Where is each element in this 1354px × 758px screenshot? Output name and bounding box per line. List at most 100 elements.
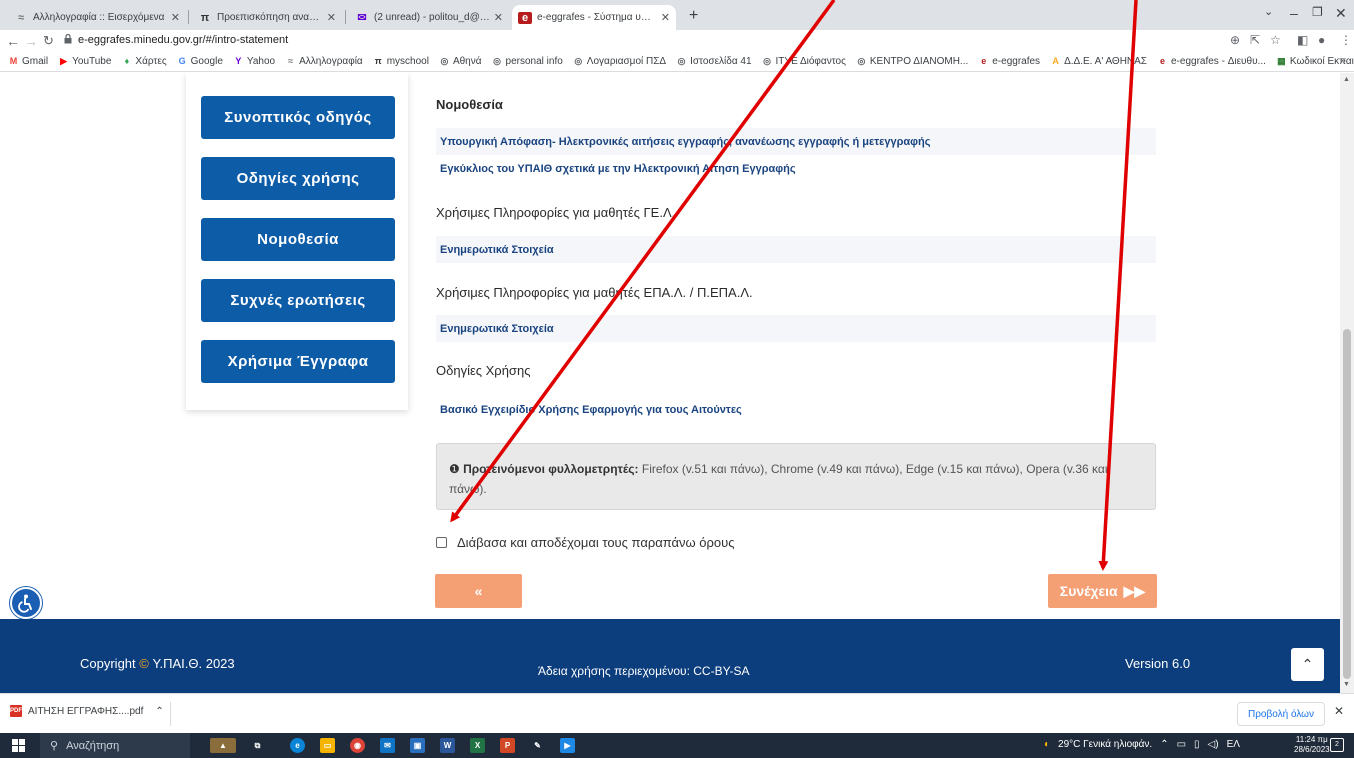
pi-icon: π (200, 11, 210, 24)
word-icon[interactable]: W (440, 738, 455, 753)
share-icon[interactable]: ⇱ (1250, 33, 1260, 47)
language-indicator[interactable]: ΕΛ (1227, 739, 1240, 750)
bookmark-item[interactable]: e e-eggrafes - Διευθυ... (1157, 56, 1266, 67)
bookmark-icon: ◎ (574, 56, 583, 66)
continue-button[interactable]: Συνέχεια ▶▶ (1048, 574, 1157, 608)
menu-icon[interactable]: ⋮ (1340, 33, 1352, 47)
notifications-icon[interactable]: 2 (1330, 738, 1344, 752)
zoom-icon[interactable]: ⊕ (1230, 33, 1240, 47)
close-icon[interactable]: ✕ (1334, 704, 1344, 718)
new-tab-button[interactable]: + (689, 7, 698, 25)
bookmark-item[interactable]: ≈ Αλληλογραφία (285, 56, 363, 67)
battery-icon[interactable]: ▯ (1194, 739, 1200, 750)
close-icon[interactable]: ✕ (171, 11, 180, 24)
excel-icon[interactable]: X (470, 738, 485, 753)
scrollbar-thumb[interactable] (1343, 329, 1351, 679)
bookmark-label: Ιστοσελίδα 41 (690, 56, 752, 67)
accept-terms-checkbox[interactable] (436, 537, 447, 548)
bookmark-icon: e (981, 56, 987, 66)
mail-app-icon[interactable]: ✉ (380, 738, 395, 753)
bookmark-item[interactable]: e e-eggrafes (978, 56, 1040, 67)
bookmark-item[interactable]: M Gmail (8, 56, 48, 67)
tab-report-preview[interactable]: π Προεπισκόπηση αναφοράς ✕ (192, 5, 342, 30)
link-gel-info[interactable]: Ενημερωτικά Στοιχεία (436, 236, 1156, 263)
profile-icon[interactable]: ● (1318, 33, 1325, 47)
task-view-icon[interactable]: ⧉ (250, 738, 265, 753)
tab-e-eggrafes[interactable]: e e-eggrafes - Σύστημα υποβολής ✕ (512, 5, 676, 30)
taskbar-search[interactable]: ⚲ Αναζήτηση (40, 733, 190, 758)
usage-instructions-button[interactable]: Οδηγίες χρήσης (201, 157, 395, 200)
link-ministry-circular[interactable]: Εγκύκλιος του ΥΠΑΙΘ σχετικά με την Ηλεκτ… (436, 155, 1156, 182)
bookmark-item[interactable]: G Google (177, 56, 223, 67)
bookmark-item[interactable]: ◎ ΚΕΝΤΡΟ ΔΙΑΝΟΜΗ... (856, 56, 968, 67)
bookmark-item[interactable]: ▶ YouTube (58, 56, 111, 67)
bookmark-item[interactable]: ◎ Ιστοσελίδα 41 (676, 56, 752, 67)
scroll-up-icon[interactable]: ▲ (1343, 76, 1350, 83)
tab-search-icon[interactable]: ⌄ (1264, 5, 1273, 18)
taskbar-clock[interactable]: 11:24 πμ 28/6/2023 (1294, 735, 1330, 755)
bookmarks-more-icon[interactable]: » (1340, 55, 1346, 67)
close-icon[interactable]: ✕ (327, 11, 336, 24)
summary-guide-button[interactable]: Συνοπτικός οδηγός (201, 96, 395, 139)
store-icon[interactable]: ▣ (410, 738, 425, 753)
link-ministerial-decision[interactable]: Υπουργική Απόφαση- Ηλεκτρονικές αιτήσεις… (436, 128, 1156, 155)
weather-text[interactable]: 29°C Γενικά ηλιοφάν. (1058, 739, 1152, 750)
page-scrollbar[interactable]: ▲ ▼ (1340, 73, 1354, 693)
bookmark-item[interactable]: ◎ ΙΤΥΕ Διόφαντος (762, 56, 846, 67)
search-icon: ⚲ (50, 740, 59, 752)
bookmark-item[interactable]: A Δ.Δ.Ε. Α' ΑΘΗΝΑΣ (1050, 56, 1147, 67)
volume-icon[interactable]: ◁) (1208, 739, 1219, 750)
app-icon[interactable]: ▶ (560, 738, 575, 753)
close-icon[interactable]: ✕ (661, 11, 670, 24)
link-epal-info[interactable]: Ενημερωτικά Στοιχεία (436, 315, 1156, 342)
accessibility-icon[interactable] (10, 587, 42, 619)
show-all-downloads-button[interactable]: Προβολή όλων (1237, 702, 1325, 726)
tab-divider (345, 10, 346, 24)
forward-arrow-icon[interactable]: → (24, 33, 38, 49)
bookmark-item[interactable]: ♦ Χάρτες (121, 56, 167, 67)
windows-start-icon[interactable] (12, 739, 25, 752)
back-arrow-icon[interactable]: ← (6, 33, 20, 49)
section-title-usage: Οδηγίες Χρήσης (436, 363, 531, 378)
back-button[interactable]: « (435, 574, 522, 608)
paint-icon[interactable]: ✎ (530, 738, 545, 753)
tab-mail[interactable]: ≈ Αλληλογραφία :: Εισερχόμενα ✕ (8, 5, 186, 30)
reload-icon[interactable]: ↻ (43, 33, 54, 49)
restore-icon[interactable]: ❐ (1312, 5, 1323, 19)
bookmark-icon: A (1052, 56, 1059, 66)
scroll-to-top-button[interactable]: ⌃ (1291, 648, 1324, 681)
url-field[interactable]: e-eggrafes.minedu.gov.gr/#/intro-stateme… (78, 34, 288, 46)
bookmark-label: personal info (505, 56, 563, 67)
landscape-icon[interactable]: ▲ (210, 738, 236, 753)
bookmark-item[interactable]: ◎ Λογαριασμοί ΠΣΔ (573, 56, 666, 67)
chevron-up-icon[interactable]: ⌃ (155, 706, 163, 717)
tab-yahoo-mail[interactable]: ✉ (2 unread) - politou_d@yahoo.co ✕ (349, 5, 509, 30)
accept-terms-label[interactable]: Διάβασα και αποδέχομαι τους παραπάνω όρο… (457, 535, 735, 550)
download-item[interactable]: PDF ΑΙΤΗΣΗ ΕΓΓΡΑΦΗΣ....pdf ⌃ (10, 705, 164, 717)
star-icon[interactable]: ☆ (1270, 33, 1281, 47)
sidepanel-icon[interactable]: ◧ (1297, 33, 1308, 47)
accept-terms-row: Διάβασα και αποδέχομαι τους παραπάνω όρο… (436, 535, 735, 550)
tab-title: Προεπισκόπηση αναφοράς (217, 12, 323, 23)
e-eggrafes-icon: e (518, 11, 532, 24)
network-icon[interactable]: ▭ (1177, 739, 1186, 750)
powerpoint-icon[interactable]: P (500, 738, 515, 753)
bookmark-item[interactable]: Y Yahoo (233, 56, 275, 67)
legislation-button[interactable]: Νομοθεσία (201, 218, 395, 261)
tray-chevron-icon[interactable]: ⌃ (1160, 739, 1168, 750)
bookmark-item[interactable]: π myschool (373, 56, 429, 67)
minimize-icon[interactable]: – (1290, 5, 1298, 21)
scroll-down-icon[interactable]: ▼ (1343, 681, 1350, 688)
bookmark-item[interactable]: ◎ personal info (492, 56, 563, 67)
useful-documents-button[interactable]: Χρήσιμα Έγγραφα (201, 340, 395, 383)
edge-icon[interactable]: e (290, 738, 305, 753)
file-explorer-icon[interactable]: ▭ (320, 738, 335, 753)
close-icon[interactable]: ✕ (494, 11, 503, 24)
faq-button[interactable]: Συχνές ερωτήσεις (201, 279, 395, 322)
bookmark-icon: ◎ (763, 56, 771, 66)
close-window-icon[interactable]: ✕ (1335, 5, 1347, 22)
chrome-icon[interactable]: ◉ (350, 738, 365, 753)
bookmark-item[interactable]: ◎ Αθηνά (439, 56, 482, 67)
link-user-manual[interactable]: Βασικό Εγχειρίδιο Χρήσης Εφαρμογής για τ… (436, 396, 1156, 423)
double-right-icon: ▶▶ (1123, 582, 1146, 599)
